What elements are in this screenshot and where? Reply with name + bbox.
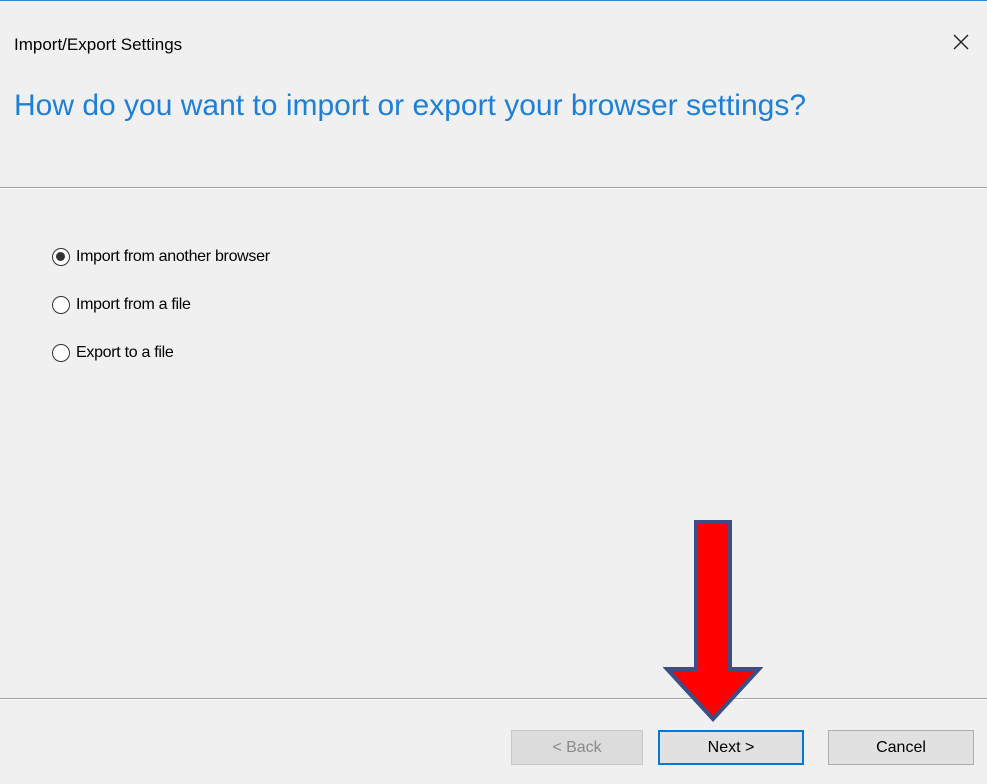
dialog-window: Import/Export Settings How do you want t… (0, 0, 987, 784)
radio-export-file[interactable] (52, 344, 70, 362)
title-bar: Import/Export Settings (0, 1, 987, 73)
option-export-file[interactable]: Export to a file (52, 341, 270, 365)
back-button[interactable]: < Back (511, 730, 643, 765)
down-arrow-icon (663, 520, 763, 722)
cancel-button[interactable]: Cancel (828, 730, 974, 765)
page-heading: How do you want to import or export your… (14, 89, 807, 122)
window-title: Import/Export Settings (14, 35, 183, 54)
options-group: Import from another browser Import from … (52, 245, 270, 389)
footer-divider (0, 698, 987, 700)
option-label: Export to a file (76, 344, 174, 361)
option-label: Import from a file (76, 296, 191, 313)
next-button[interactable]: Next > (658, 730, 804, 765)
close-button[interactable] (937, 21, 987, 61)
radio-import-browser[interactable] (52, 248, 70, 266)
close-icon (953, 34, 969, 50)
option-label: Import from another browser (76, 248, 270, 265)
radio-import-file[interactable] (52, 296, 70, 314)
header-divider (0, 187, 987, 189)
option-import-file[interactable]: Import from a file (52, 293, 270, 317)
option-import-browser[interactable]: Import from another browser (52, 245, 270, 269)
